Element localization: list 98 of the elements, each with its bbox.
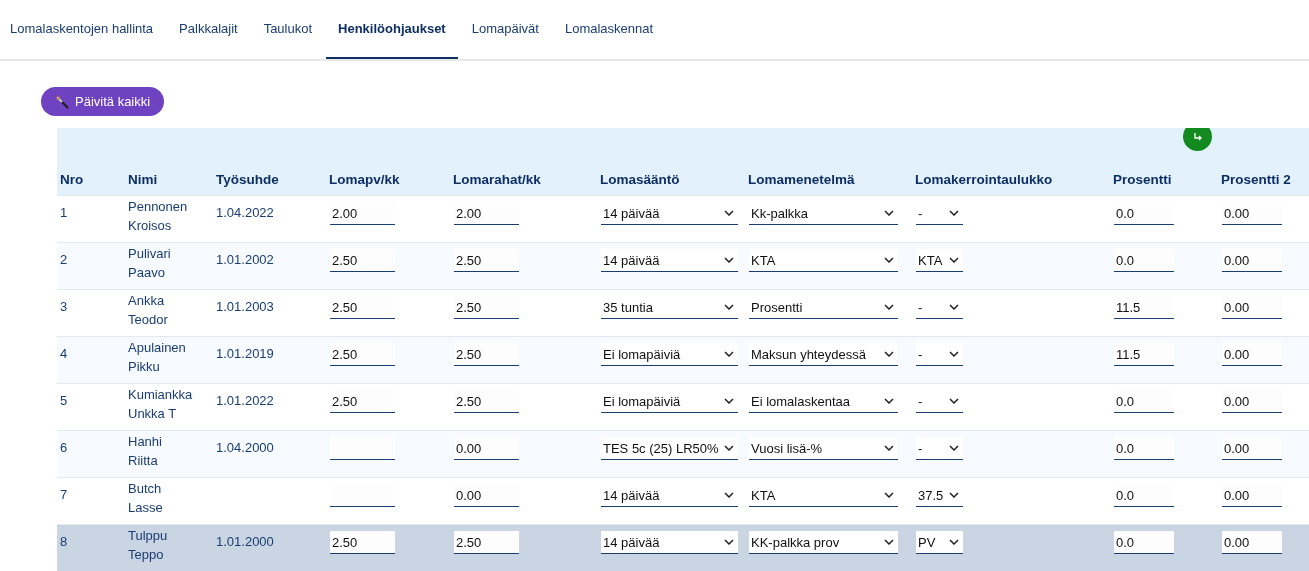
tab[interactable]: Lomalaskentojen hallinta [0,0,166,59]
caret-icon [884,398,894,404]
employee-name[interactable]: Ankka Teodor [128,290,168,329]
input-field[interactable]: 0.00 [1222,249,1282,272]
caret-icon [949,539,959,545]
row-number: 1 [60,204,68,222]
table-row[interactable]: 1 Pennonen Kroisos 1.04.2022 2.00 2.00 14 päivää Kk-palkka - 0.0 0.00 [57,195,1309,243]
tab[interactable]: Taulukot [251,0,325,59]
dropdown[interactable]: TES 5c (25) LR50% [601,437,738,460]
row-number: 3 [60,298,68,316]
column-header: Lomasääntö [600,172,680,187]
caret-icon [724,398,734,404]
caret-icon [949,398,959,404]
employee-name[interactable]: Butch Lasse [128,478,163,517]
column-header: Lomakerrointaulukko [915,172,1053,187]
caret-icon [884,539,894,545]
column-header: Työsuhde [216,172,279,187]
column-header: Lomamenetelmä [748,172,855,187]
input-field[interactable]: 2.50 [454,249,519,272]
input-field[interactable]: 2.50 [454,531,519,554]
dropdown[interactable]: Vuosi lisä-% [749,437,898,460]
employee-name[interactable]: Kumiankka Unkka T [128,384,193,423]
caret-icon [949,492,959,498]
table-row[interactable]: 3 Ankka Teodor 1.01.2003 2.50 2.50 35 tuntia Prosentti - 11.5 0.00 [57,289,1309,337]
caret-icon [949,210,959,216]
table-row[interactable]: 4 Apulainen Pikku 1.01.2019 2.50 2.50 Ei lomapäiviä Maksun yhteydessä - 11.5 0.00 [57,336,1309,384]
row-number: 8 [60,533,68,551]
table-row[interactable]: 6 Hanhi Riitta 1.04.2000 0.00 TES 5c (25) LR50% Vuosi lisä-% - 0.0 0.00 [57,430,1309,478]
input-field[interactable]: 0.00 [1222,437,1282,460]
dropdown[interactable]: 14 päivää [601,249,738,272]
input-field[interactable]: 0.00 [454,437,519,460]
tab[interactable]: Lomapäivät [459,0,551,59]
employment-date: 1.01.2022 [216,392,274,410]
input-field[interactable]: 2.50 [330,531,395,554]
caret-icon [724,351,734,357]
input-field[interactable]: 2.50 [454,343,519,366]
input-field[interactable]: 0.00 [1222,531,1282,554]
column-header: Prosentti [1113,172,1172,187]
caret-icon [884,210,894,216]
caret-icon [884,445,894,451]
column-header: Lomarahat/kk [453,172,541,187]
dropdown[interactable]: Maksun yhteydessä [749,343,898,366]
caret-icon [949,304,959,310]
input-field[interactable]: 0.0 [1114,437,1174,460]
input-field[interactable]: 0.0 [1114,531,1174,554]
row-number: 2 [60,251,68,269]
employment-date: 1.04.2022 [216,204,274,222]
caret-icon [724,257,734,263]
caret-icon [724,445,734,451]
caret-icon [884,257,894,263]
input-field[interactable]: 11.5 [1114,343,1174,366]
dropdown[interactable]: - [916,437,963,460]
employment-date: 1.01.2000 [216,533,274,551]
caret-icon [884,351,894,357]
column-header: Lomapv/kk [329,172,400,187]
input-field[interactable] [330,437,395,460]
caret-icon [949,351,959,357]
dropdown[interactable]: PV [916,531,963,554]
employment-date: 1.04.2000 [216,439,274,457]
table-row[interactable]: 7 Butch Lasse 0.00 14 päivää KTA 37.5 0.0 0.00 [57,477,1309,525]
employment-date: 1.01.2002 [216,251,274,269]
table-row[interactable]: 5 Kumiankka Unkka T 1.01.2022 2.50 2.50 Ei lomapäiviä Ei lomalaskentaa - 0.0 0.00 [57,383,1309,431]
caret-icon [884,492,894,498]
employment-date: 1.01.2003 [216,298,274,316]
dropdown[interactable]: KTA [749,249,898,272]
row-number: 7 [60,486,68,504]
row-number: 6 [60,439,68,457]
column-header: Nimi [128,172,158,187]
update-all-button[interactable]: Päivitä kaikki [41,87,165,116]
table-row[interactable]: 8 Tulppu Teppo 1.01.2000 2.50 2.50 14 päivää KK-palkka prov PV 0.0 0.00 [57,524,1309,571]
column-header: Prosentti 2 [1221,172,1291,187]
tab[interactable]: Lomalaskennat [552,0,666,59]
input-field[interactable]: 2.50 [330,249,395,272]
table-row[interactable]: 2 Pulivari Paavo 1.01.2002 2.50 2.50 14 päivää KTA KTA 0.0 0.00 [57,242,1309,290]
tab[interactable]: Palkkalajit [167,0,250,59]
employee-name[interactable]: Pennonen Kroisos [128,196,188,235]
input-field[interactable]: 0.00 [1222,343,1282,366]
caret-icon [724,304,734,310]
dropdown[interactable]: KTA [916,249,963,272]
dropdown[interactable]: - [916,343,963,366]
dropdown[interactable]: 14 päivää [601,531,738,554]
input-field[interactable]: 2.50 [330,343,395,366]
column-header: Nro [60,172,84,187]
row-number: 4 [60,345,68,363]
dropdown[interactable]: KK-palkka prov [749,531,898,554]
caret-icon [724,210,734,216]
input-field[interactable]: 0.0 [1114,249,1174,272]
caret-icon [724,492,734,498]
tab[interactable]: Henkilöohjaukset [326,0,458,59]
caret-icon [949,257,959,263]
caret-icon [724,539,734,545]
row-number: 5 [60,392,68,410]
dropdown[interactable]: Ei lomapäiviä [601,343,738,366]
caret-icon [949,445,959,451]
employment-date: 1.01.2019 [216,345,274,363]
magic-wand-icon [55,94,69,109]
caret-icon [884,304,894,310]
forward-arrow-icon [1192,131,1203,142]
